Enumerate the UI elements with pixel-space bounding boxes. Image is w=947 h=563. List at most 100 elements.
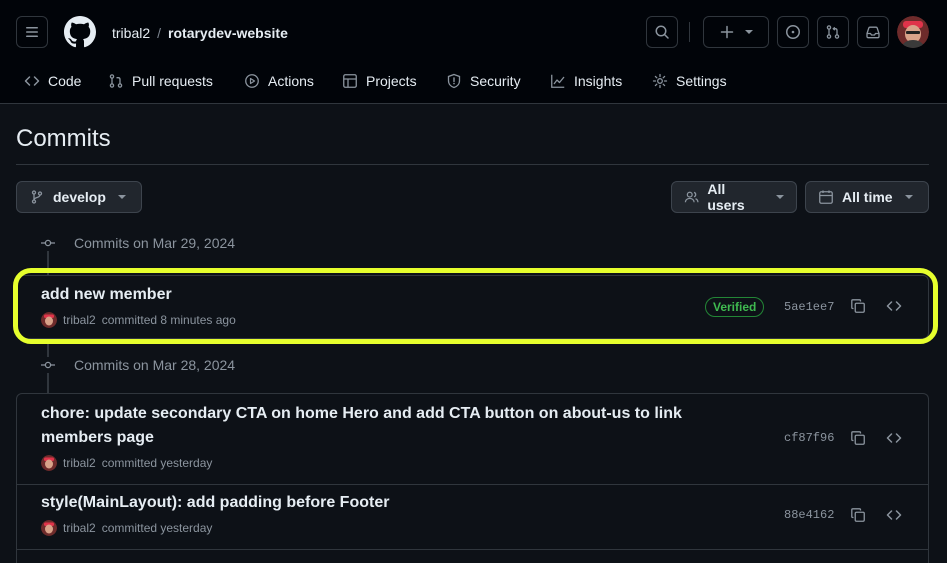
commit-message-link[interactable]: chore: update secondary CTA on home Hero…	[41, 402, 682, 450]
commit-sha-link[interactable]: 88e4162	[784, 508, 834, 522]
github-mark-icon[interactable]	[64, 16, 96, 48]
avatar[interactable]	[41, 455, 57, 471]
search-icon	[655, 25, 669, 39]
avatar-icon	[897, 16, 929, 48]
create-new-button[interactable]	[703, 16, 769, 48]
commit-message-line: chore: update secondary CTA on home Hero…	[41, 405, 682, 422]
commit-author-link[interactable]: tribal2	[63, 313, 96, 327]
git-commit-icon	[40, 235, 56, 251]
tab-code[interactable]: Code	[24, 71, 81, 91]
commit-time: committed 8 minutes ago	[101, 313, 236, 327]
chevron-down-icon	[745, 30, 753, 34]
tab-projects-label: Projects	[366, 73, 417, 89]
code-icon	[886, 433, 902, 443]
copy-icon	[851, 299, 865, 313]
commit-row: chore: update secondary CTA on home Hero…	[17, 394, 928, 484]
browse-files-button[interactable]	[884, 505, 904, 525]
commit-meta: tribal2 committed 8 minutes ago	[41, 312, 236, 328]
code-icon	[886, 510, 902, 520]
search-button[interactable]	[646, 16, 678, 48]
page-title: Commits	[16, 125, 111, 152]
commit-group-date: Commits on Mar 29, 2024	[74, 235, 236, 251]
tab-projects[interactable]: Projects	[342, 71, 417, 91]
commit-row: add new member tribal2 committed 8 minut…	[17, 276, 928, 338]
breadcrumb: tribal2 / rotarydev-website	[112, 24, 288, 42]
row-divider	[17, 549, 928, 550]
avatar[interactable]	[41, 312, 57, 328]
commit-message-link[interactable]: style(MainLayout): add padding before Fo…	[41, 491, 389, 515]
tab-insights-label: Insights	[574, 73, 623, 89]
gear-icon	[652, 73, 668, 89]
graph-icon	[551, 74, 565, 88]
copy-icon	[851, 508, 865, 522]
chevron-down-icon	[117, 195, 126, 199]
users-filter-label: All users	[707, 181, 745, 213]
play-icon	[245, 74, 259, 88]
git-pull-request-icon	[826, 25, 840, 39]
commit-message-line: members page	[41, 429, 154, 446]
issue-opened-icon	[786, 25, 800, 39]
tab-actions[interactable]: Actions	[244, 71, 314, 91]
tab-security-label: Security	[470, 73, 521, 89]
code-icon	[24, 76, 40, 86]
tab-insights[interactable]: Insights	[550, 71, 622, 91]
plus-icon	[720, 25, 734, 39]
pull-requests-button[interactable]	[817, 16, 849, 48]
tab-code-label: Code	[48, 73, 82, 89]
git-branch-icon	[31, 190, 43, 204]
repo-nav: Code Pull requests Actions Projects Secu…	[0, 64, 947, 104]
code-icon	[886, 301, 902, 311]
people-icon	[684, 191, 699, 203]
inbox-icon	[866, 26, 880, 39]
tab-actions-label: Actions	[268, 73, 314, 89]
branch-selector[interactable]: develop	[16, 181, 142, 213]
menu-button[interactable]	[16, 16, 48, 48]
browse-files-button[interactable]	[884, 428, 904, 448]
tab-pull-requests[interactable]: Pull requests	[108, 71, 213, 91]
git-pull-request-icon	[109, 74, 123, 88]
commit-row: style(MainLayout): add padding before Fo…	[17, 485, 928, 549]
tab-settings[interactable]: Settings	[652, 71, 727, 91]
avatar[interactable]	[41, 520, 57, 536]
commit-group-heading: Commits on Mar 28, 2024	[40, 357, 235, 373]
time-filter-label: All time	[842, 189, 893, 205]
breadcrumb-separator: /	[157, 25, 162, 41]
tab-security[interactable]: Security	[446, 71, 521, 91]
breadcrumb-repo-link[interactable]: rotarydev-website	[168, 24, 288, 42]
copy-icon	[851, 431, 865, 445]
header-divider	[689, 22, 690, 42]
user-avatar[interactable]	[897, 16, 929, 48]
commit-group-heading: Commits on Mar 29, 2024	[40, 235, 235, 251]
commit-author-link[interactable]: tribal2	[63, 456, 96, 470]
breadcrumb-owner-link[interactable]: tribal2	[112, 24, 150, 42]
calendar-icon	[819, 190, 833, 204]
commit-group-date: Commits on Mar 28, 2024	[74, 357, 236, 373]
commit-list: add new member tribal2 committed 8 minut…	[16, 275, 929, 339]
commit-sha-link[interactable]: cf87f96	[784, 431, 834, 445]
commit-time: committed yesterday	[101, 456, 213, 470]
copy-sha-button[interactable]	[848, 505, 868, 525]
copy-sha-button[interactable]	[848, 428, 868, 448]
title-divider	[16, 164, 929, 165]
commit-time: committed yesterday	[101, 521, 213, 535]
top-bar: tribal2 / rotarydev-website	[0, 0, 947, 64]
branch-selector-label: develop	[53, 189, 106, 205]
commit-message-link[interactable]: add new member	[41, 283, 172, 307]
commit-meta: tribal2 committed yesterday	[41, 520, 212, 536]
copy-sha-button[interactable]	[848, 296, 868, 316]
verified-badge[interactable]: Verified	[705, 297, 765, 317]
commit-author-link[interactable]: tribal2	[63, 521, 96, 535]
inbox-button[interactable]	[857, 16, 889, 48]
commit-meta: tribal2 committed yesterday	[41, 455, 212, 471]
time-filter[interactable]: All time	[805, 181, 929, 213]
hamburger-icon	[26, 27, 38, 37]
commit-sha-link[interactable]: 5ae1ee7	[784, 300, 834, 314]
shield-icon	[447, 73, 461, 89]
issues-button[interactable]	[777, 16, 809, 48]
table-icon	[343, 74, 357, 88]
users-filter[interactable]: All users	[671, 181, 797, 213]
app-header: tribal2 / rotarydev-website Code Pull re…	[0, 0, 947, 104]
browse-files-button[interactable]	[884, 296, 904, 316]
chevron-down-icon	[776, 195, 784, 199]
commit-list: chore: update secondary CTA on home Hero…	[16, 393, 929, 563]
